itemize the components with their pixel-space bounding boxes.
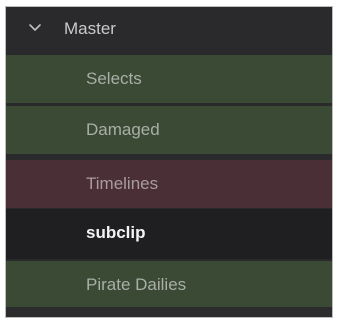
bin-item-label: subclip [86,223,146,242]
bin-list-panel: Master Selects Damaged Timelines subclip… [5,6,333,318]
bin-item-label: Pirate Dailies [86,275,187,294]
bin-list-footer [6,307,332,317]
bin-item-pirate-dailies[interactable]: Pirate Dailies [6,261,332,307]
bin-item-subclip[interactable]: subclip [6,209,332,259]
bin-master-row[interactable]: Master [6,7,332,53]
bin-item-damaged[interactable]: Damaged [6,106,332,154]
bin-item-label: Damaged [86,120,160,139]
bin-item-label: Selects [86,69,142,88]
bin-item-label: Timelines [86,174,159,193]
bin-item-timelines[interactable]: Timelines [6,160,332,208]
bin-item-selects[interactable]: Selects [6,55,332,103]
bin-master-label: Master [64,19,116,38]
chevron-down-icon[interactable] [28,21,42,35]
